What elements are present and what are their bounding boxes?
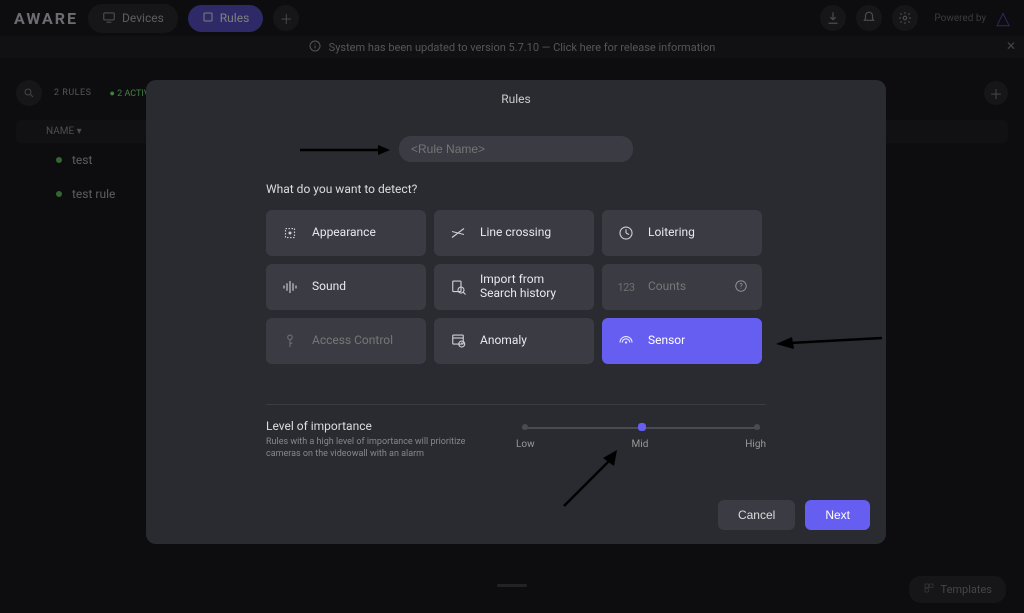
tile-label: Appearance bbox=[312, 226, 412, 240]
tile-label: Sensor bbox=[648, 334, 748, 348]
detect-question-label: What do you want to detect? bbox=[266, 182, 766, 196]
tile-label: Anomaly bbox=[480, 334, 580, 348]
tile-label: Line crossing bbox=[480, 226, 580, 240]
tile-line-crossing[interactable]: Line crossing bbox=[434, 210, 594, 256]
anomaly-icon bbox=[448, 332, 468, 350]
modal-title: Rules bbox=[146, 80, 886, 118]
sensor-icon bbox=[616, 332, 636, 350]
tile-sound[interactable]: Sound bbox=[266, 264, 426, 310]
tile-label: Counts bbox=[648, 280, 722, 294]
importance-title: Level of importance bbox=[266, 419, 476, 433]
modal-footer: Cancel Next bbox=[146, 486, 886, 544]
import-history-icon bbox=[448, 278, 468, 296]
slider-label-high: High bbox=[745, 439, 766, 450]
counts-icon: 123 bbox=[616, 281, 636, 294]
cancel-button[interactable]: Cancel bbox=[718, 500, 795, 530]
tile-sensor[interactable]: Sensor bbox=[602, 318, 762, 364]
tile-label: Import from Search history bbox=[480, 273, 580, 301]
tile-label: Loitering bbox=[648, 226, 748, 240]
help-icon[interactable]: ? bbox=[734, 279, 748, 296]
tile-label: Sound bbox=[312, 280, 412, 294]
new-rule-modal: Rules What do you want to detect? Appear… bbox=[146, 80, 886, 544]
sound-icon bbox=[280, 278, 300, 296]
slider-stop-mid[interactable] bbox=[638, 423, 646, 431]
loitering-icon bbox=[616, 224, 636, 242]
slider-label-mid: Mid bbox=[632, 439, 649, 450]
tile-access-control[interactable]: Access Control bbox=[266, 318, 426, 364]
slider-stop-low[interactable] bbox=[522, 424, 528, 430]
rule-name-input[interactable] bbox=[399, 136, 633, 162]
tile-appearance[interactable]: Appearance bbox=[266, 210, 426, 256]
appearance-icon bbox=[280, 224, 300, 242]
slider-stop-high[interactable] bbox=[754, 424, 760, 430]
importance-description: Rules with a high level of importance wi… bbox=[266, 437, 476, 460]
access-icon bbox=[280, 332, 300, 350]
next-button[interactable]: Next bbox=[805, 500, 870, 530]
tile-loitering[interactable]: Loitering bbox=[602, 210, 762, 256]
detection-type-grid: Appearance Line crossing Loitering Sound bbox=[266, 210, 766, 364]
tile-counts[interactable]: 123 Counts ? bbox=[602, 264, 762, 310]
importance-section: Level of importance Rules with a high le… bbox=[266, 404, 766, 460]
line-crossing-icon bbox=[448, 224, 468, 242]
slider-label-low: Low bbox=[516, 439, 535, 450]
importance-slider[interactable]: Low Mid High bbox=[516, 419, 766, 460]
svg-text:?: ? bbox=[739, 282, 743, 290]
tile-label: Access Control bbox=[312, 334, 412, 348]
tile-import-search-history[interactable]: Import from Search history bbox=[434, 264, 594, 310]
tile-anomaly[interactable]: Anomaly bbox=[434, 318, 594, 364]
